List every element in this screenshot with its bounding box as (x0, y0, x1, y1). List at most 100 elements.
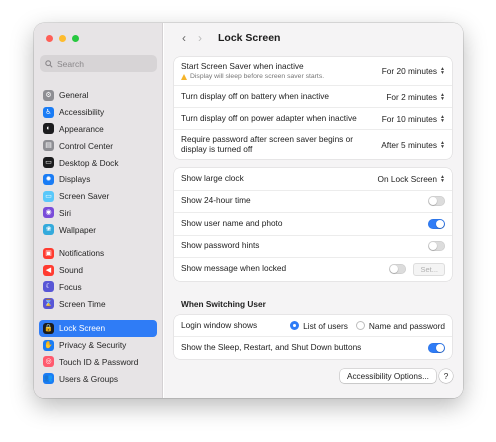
lock-screen-icon: 🔒 (43, 322, 54, 334)
large-clock-row: Show large clock On Lock Screen ▲ ▼ (174, 168, 452, 191)
help-button[interactable]: ? (439, 369, 453, 383)
sidebar-item-screen-time[interactable]: ⌛ Screen Time (39, 295, 157, 312)
hints-toggle[interactable] (428, 241, 445, 252)
hints-row: Show password hints (174, 236, 452, 258)
warning-icon (181, 73, 187, 80)
shutdown-toggle[interactable] (428, 343, 445, 353)
minimize-window-button[interactable] (59, 35, 66, 42)
sidebar-item-control-center[interactable]: ▤ Control Center (39, 137, 157, 154)
sidebar-item-label: Focus (59, 281, 82, 292)
sidebar-item-screen-saver[interactable]: ▭ Screen Saver (39, 188, 157, 205)
accessibility-icon: ♿ (43, 106, 54, 118)
adapter-popup[interactable]: For 10 minutes ▲ ▼ (382, 114, 445, 124)
sidebar-item-siri[interactable]: ◉ Siri (39, 205, 157, 222)
sidebar-item-sound[interactable]: ◀ Sound (39, 262, 157, 279)
close-window-button[interactable] (46, 35, 53, 42)
sidebar-item-accessibility[interactable]: ♿ Accessibility (39, 104, 157, 121)
shutdown-row: Show the Sleep, Restart, and Shut Down b… (174, 337, 452, 359)
login-window-radio-group: List of users Name and password (282, 321, 445, 331)
sidebar-item-wallpaper[interactable]: ❀ Wallpaper (39, 221, 157, 238)
sidebar-item-focus[interactable]: ☾ Focus (39, 279, 157, 296)
sidebar-item-general[interactable]: ⚙ General (39, 87, 157, 104)
switching-user-heading: When Switching User (181, 299, 266, 309)
sidebar-item-label: Screen Saver (59, 191, 110, 202)
popup-chevron-icon: ▲ ▼ (440, 91, 445, 102)
forward-chevron-icon[interactable]: › (192, 31, 208, 45)
popup-chevron-icon: ▲ ▼ (440, 173, 445, 184)
radio-name-label: Name and password (368, 320, 445, 331)
sidebar-group-notifications: ▣ Notifications ◀ Sound ☾ Focus ⌛ Screen Time (39, 245, 157, 312)
message-row: Show message when locked Set... (174, 258, 452, 281)
username-row: Show user name and photo (174, 213, 452, 236)
sidebar-item-label: Accessibility (59, 107, 105, 118)
sidebar-item-desktop-dock[interactable]: ▭ Desktop & Dock (39, 154, 157, 171)
set-message-button[interactable]: Set... (413, 262, 445, 276)
password-row: Require password after screen saver begi… (174, 130, 452, 159)
popup-chevron-icon: ▲ ▼ (440, 66, 445, 76)
desktop-dock-icon: ▭ (43, 157, 54, 169)
screensaver-note: Display will sleep before screen saver s… (181, 73, 324, 80)
radio-list-indicator (290, 321, 300, 330)
battery-popup[interactable]: For 2 minutes ▲ ▼ (386, 92, 445, 102)
siri-icon: ◉ (43, 207, 54, 219)
search-icon (45, 59, 53, 68)
sidebar-item-users-groups[interactable]: 👥 Users & Groups (39, 370, 157, 387)
sound-icon: ◀ (43, 264, 54, 276)
sidebar-item-appearance[interactable]: ◐ Appearance (39, 121, 157, 138)
sidebar-item-label: Wallpaper (59, 224, 97, 235)
username-label: Show user name and photo (181, 217, 283, 228)
adapter-row: Turn display off on power adapter when i… (174, 108, 452, 130)
login-window-label: Login window shows (181, 319, 258, 330)
back-chevron-icon[interactable]: ‹ (176, 31, 192, 45)
touch-id-icon: ◎ (43, 356, 54, 368)
lock-display-group: Show large clock On Lock Screen ▲ ▼ Show … (174, 168, 452, 281)
hour24-row: Show 24-hour time (174, 191, 452, 213)
password-value: After 5 minutes (381, 139, 438, 150)
battery-value: For 2 minutes (386, 91, 438, 102)
popup-chevron-icon: ▲ ▼ (440, 139, 445, 150)
password-popup[interactable]: After 5 minutes ▲ ▼ (381, 140, 445, 150)
notifications-icon: ▣ (43, 247, 54, 259)
screensaver-sub: Display will sleep before screen saver s… (190, 73, 325, 81)
sidebar-item-label: General (59, 90, 89, 101)
screensaver-row: Start Screen Saver when inactive Display… (174, 57, 452, 86)
wallpaper-icon: ❀ (43, 224, 54, 236)
zoom-window-button[interactable] (72, 35, 79, 42)
toolbar: ‹ › Lock Screen (164, 23, 463, 53)
sidebar-item-label: Privacy & Security (59, 340, 127, 351)
adapter-label: Turn display off on power adapter when i… (181, 112, 357, 123)
message-toggle[interactable] (389, 264, 407, 275)
window-controls (46, 35, 79, 42)
accessibility-options-button[interactable]: Accessibility Options... (340, 369, 436, 383)
sidebar-item-label: Lock Screen (59, 323, 106, 334)
screensaver-value: For 20 minutes (381, 66, 438, 76)
appearance-icon: ◐ (43, 123, 54, 135)
sidebar-item-label: Appearance (59, 123, 104, 134)
large-clock-value: On Lock Screen (377, 173, 438, 184)
popup-chevron-icon: ▲ ▼ (440, 113, 445, 124)
sidebar-item-label: Desktop & Dock (59, 157, 119, 168)
sidebar-item-privacy-security[interactable]: ✋ Privacy & Security (39, 337, 157, 354)
hints-label: Show password hints (181, 240, 260, 251)
sidebar-item-notifications[interactable]: ▣ Notifications (39, 245, 157, 262)
sidebar-item-touch-id-password[interactable]: ◎ Touch ID & Password (39, 354, 157, 371)
search-input[interactable]: Search (40, 55, 157, 72)
login-window-row: Login window shows List of users Name an… (174, 315, 452, 337)
control-center-icon: ▤ (43, 140, 54, 152)
large-clock-label: Show large clock (181, 172, 244, 183)
sidebar-item-displays[interactable]: ✹ Displays (39, 171, 157, 188)
display-sleep-group: Start Screen Saver when inactive Display… (174, 57, 452, 159)
sidebar-item-label: Displays (59, 174, 91, 185)
users-groups-icon: 👥 (43, 373, 54, 385)
sidebar-group-security: 🔒 Lock Screen ✋ Privacy & Security ◎ Touch ID… (39, 320, 157, 387)
battery-label: Turn display off on battery when inactiv… (181, 90, 330, 101)
screensaver-popup[interactable]: For 20 minutes ▲ ▼ (382, 66, 445, 76)
radio-list-of-users[interactable]: List of users (290, 321, 348, 331)
large-clock-popup[interactable]: On Lock Screen ▲ ▼ (378, 174, 445, 184)
sidebar-item-label: Siri (59, 207, 71, 218)
radio-name-and-password[interactable]: Name and password (355, 320, 445, 331)
username-toggle[interactable] (428, 218, 445, 229)
sidebar: Search ⚙ General ♿ Accessibility ◐ Appearance… (34, 23, 163, 398)
sidebar-item-lock-screen[interactable]: 🔒 Lock Screen (39, 320, 157, 337)
hour24-toggle[interactable] (428, 196, 445, 207)
